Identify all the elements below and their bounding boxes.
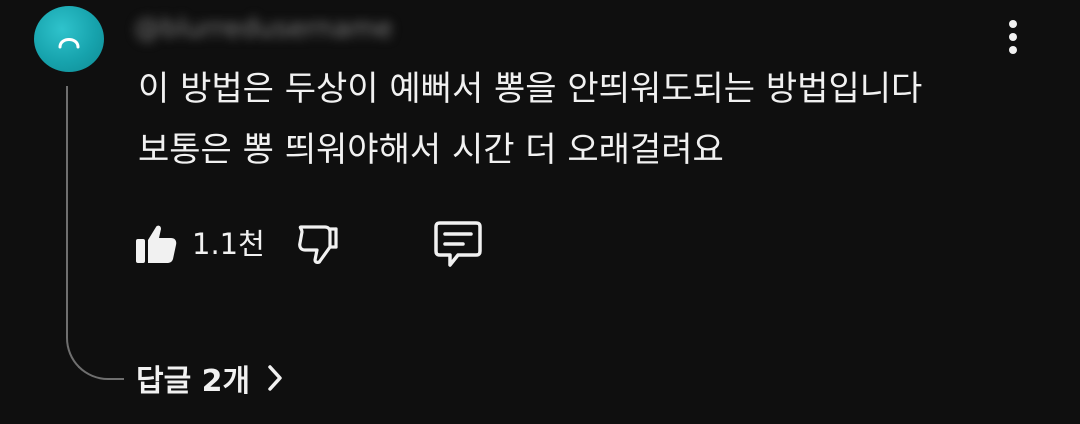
view-replies-link[interactable]: 답글 2개 — [136, 354, 284, 402]
like-count: 1.1천 — [192, 227, 265, 261]
replies-count-label: 답글 2개 — [136, 364, 251, 399]
chevron-right-icon — [268, 365, 282, 391]
thumbs-up-icon — [136, 225, 177, 263]
dislike-button[interactable] — [292, 220, 342, 270]
thread-line — [66, 86, 124, 380]
vertical-ellipsis-icon — [1009, 20, 1017, 54]
avatar-icon — [58, 38, 80, 49]
comment-bubble-icon — [434, 221, 482, 267]
comment-text-line-1: 이 방법은 두상이 예뻐서 뽕을 안띄워도되는 방법입니다 — [138, 69, 923, 109]
thumbs-down-icon — [298, 225, 338, 264]
comment-text-line-2: 보통은 뽕 띄워야해서 시간 더 오래걸려요 — [138, 130, 724, 170]
like-button[interactable] — [132, 220, 180, 268]
comment-author[interactable]: @blurredusername — [134, 8, 479, 48]
reply-button[interactable] — [428, 216, 488, 272]
author-name: @blurredusername — [134, 12, 393, 44]
avatar[interactable] — [34, 6, 104, 72]
more-options-button[interactable] — [995, 16, 1031, 58]
